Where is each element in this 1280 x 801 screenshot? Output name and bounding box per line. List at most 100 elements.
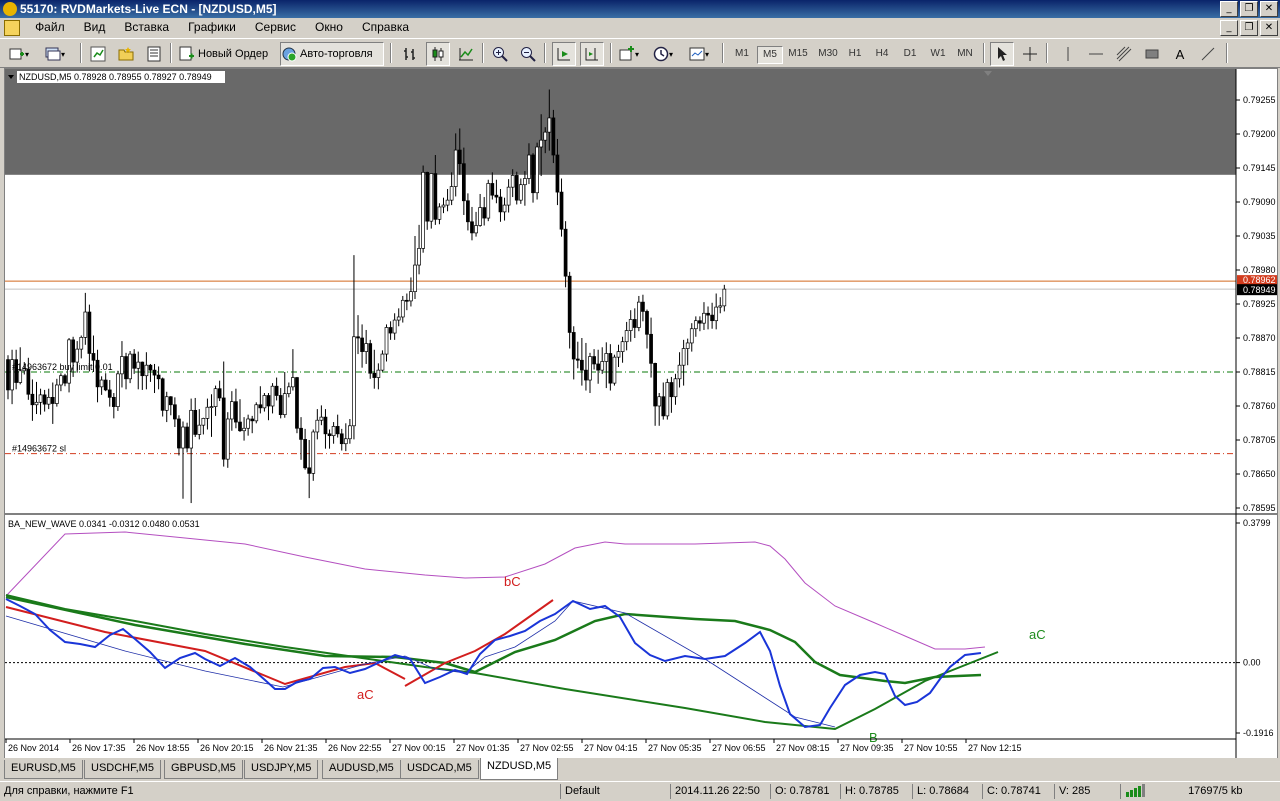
bar-chart-button[interactable] [398, 42, 422, 66]
candle-body [502, 204, 507, 213]
timeframe-h1[interactable]: H1 [843, 46, 867, 62]
price-tick-label: 0.79145 [1243, 163, 1276, 173]
candlestick-button[interactable] [426, 42, 450, 66]
horizontal-line-button[interactable] [1084, 42, 1108, 66]
time-tick-label: 26 Nov 17:35 [72, 743, 126, 753]
price-tick-label: 0.79255 [1243, 95, 1276, 105]
new-order-button[interactable]: Новый Ордер [178, 42, 276, 66]
tab-eurusd[interactable]: EURUSD,M5 [4, 760, 83, 779]
chart-window-icon[interactable] [4, 20, 20, 36]
candle-body [262, 395, 267, 409]
vertical-line-button[interactable] [1056, 42, 1080, 66]
candle-body [225, 418, 230, 460]
zoom-in-button[interactable] [488, 42, 512, 66]
menu-help[interactable]: Справка [354, 18, 417, 36]
tab-gbpusd[interactable]: GBPUSD,M5 [164, 760, 243, 779]
restore-button[interactable]: ❐ [1240, 1, 1258, 17]
timeframe-w1[interactable]: W1 [926, 46, 950, 62]
candle-body [197, 424, 202, 435]
candle [376, 363, 381, 390]
candle-body [221, 397, 226, 460]
candle [563, 221, 568, 288]
toolbar-separator [722, 43, 724, 63]
line-chart-button[interactable] [454, 42, 478, 66]
candle-body [103, 379, 108, 391]
toolbar-separator [170, 43, 172, 63]
price-pane: #14963672 buy limit 0.01 #14963672 sl [5, 69, 1236, 504]
tab-usdchf[interactable]: USDCHF,M5 [84, 760, 161, 779]
tab-nzdusd[interactable]: NZDUSD,M5 [480, 758, 559, 780]
shape-button[interactable] [1140, 42, 1164, 66]
child-close-button[interactable]: ✕ [1260, 20, 1278, 36]
candle [551, 109, 556, 164]
candle-body [380, 353, 385, 371]
new-chart-button[interactable]: ▾ [8, 42, 40, 66]
profiles-button[interactable]: ▾ [44, 42, 76, 66]
timeframe-h4[interactable]: H4 [870, 46, 894, 62]
candle [189, 398, 193, 504]
candle-body [514, 175, 519, 201]
chart-shift-button[interactable] [580, 42, 604, 66]
timeframe-m1[interactable]: M1 [730, 46, 754, 62]
zoom-out-button[interactable] [516, 42, 540, 66]
time-tick-label: 27 Nov 05:35 [648, 743, 702, 753]
chart-canvas[interactable]: #14963672 buy limit 0.01 #14963672 sl 0.… [5, 69, 1277, 758]
tab-audusd[interactable]: AUDUSD,M5 [322, 760, 401, 779]
candle-body [388, 327, 393, 334]
menu-insert[interactable]: Вставка [116, 18, 177, 36]
app-icon [3, 2, 17, 16]
title-bar: 55170: RVDMarkets-Live ECN - [NZDUSD,M5]… [0, 0, 1280, 18]
trendline-button[interactable] [1196, 42, 1220, 66]
crosshair-button[interactable] [1018, 42, 1042, 66]
price-tick-label: 0.78815 [1243, 367, 1276, 377]
menu-charts[interactable]: Графики [180, 18, 244, 36]
candle [221, 361, 226, 467]
autoscroll-button[interactable] [552, 42, 576, 66]
timeframe-mn[interactable]: MN [953, 46, 977, 62]
candle [441, 197, 446, 214]
bar-chart-icon [404, 48, 415, 60]
minimize-button[interactable]: _ [1220, 1, 1238, 17]
text-tool-button[interactable]: A [1168, 42, 1192, 66]
indicators-button[interactable]: ▾ [618, 42, 650, 66]
chart-window[interactable]: #14963672 buy limit 0.01 #14963672 sl 0.… [4, 68, 1278, 759]
timeframe-d1[interactable]: D1 [898, 46, 922, 62]
timeframe-m15[interactable]: M15 [784, 46, 812, 62]
navigator-button[interactable] [114, 42, 138, 66]
templates-button[interactable]: ▾ [688, 42, 720, 66]
auto-trading-button[interactable]: Авто-торговля [280, 42, 384, 66]
cursor-button[interactable] [990, 42, 1014, 66]
child-minimize-button[interactable]: _ [1220, 20, 1238, 36]
candle [502, 197, 507, 221]
candle [270, 383, 275, 414]
indicator-tick-label: 0.00 [1243, 658, 1261, 668]
channel-button[interactable] [1112, 42, 1136, 66]
tab-usdjpy[interactable]: USDJPY,M5 [244, 760, 319, 779]
candle-body [575, 358, 580, 361]
tab-usdcad[interactable]: USDCAD,M5 [400, 760, 479, 779]
menu-file[interactable]: Файл [27, 18, 73, 36]
timeframe-m30[interactable]: M30 [814, 46, 842, 62]
toolbar-separator [390, 43, 392, 63]
menu-window[interactable]: Окно [307, 18, 351, 36]
price-tick-label: 0.79035 [1243, 231, 1276, 241]
periods-button[interactable]: ▾ [652, 42, 684, 66]
terminal-button[interactable] [142, 42, 166, 66]
timeframe-m5[interactable]: M5 [757, 46, 783, 64]
candle-body [645, 311, 649, 335]
menu-view[interactable]: Вид [76, 18, 114, 36]
time-tick-label: 27 Nov 02:55 [520, 743, 574, 753]
symbol-info: NZDUSD,M5 0.78928 0.78955 0.78927 0.7894… [19, 72, 212, 82]
market-watch-button[interactable] [86, 42, 110, 66]
candle [242, 417, 246, 441]
candle-body [478, 207, 482, 226]
candle-body [588, 356, 592, 381]
candle [307, 440, 312, 499]
candle [466, 193, 470, 231]
child-restore-button[interactable]: ❐ [1240, 20, 1258, 36]
menu-tools[interactable]: Сервис [247, 18, 304, 36]
chart-shift-icon [585, 48, 598, 61]
close-button[interactable]: ✕ [1260, 1, 1278, 17]
candle-body [396, 316, 401, 321]
new-order-icon [179, 46, 194, 61]
